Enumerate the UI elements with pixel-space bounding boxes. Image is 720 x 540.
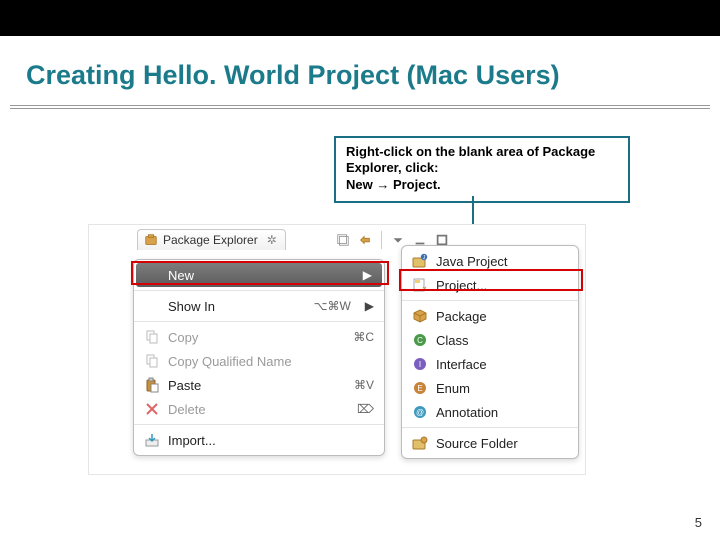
title-area: Creating Hello. World Project (Mac Users… — [0, 36, 720, 99]
package-explorer-icon — [144, 233, 158, 247]
enum-icon: E — [412, 380, 428, 396]
submenu-item-annotation-label: Annotation — [436, 405, 498, 420]
menu-item-import-label: Import... — [168, 433, 374, 448]
submenu-item-interface-label: Interface — [436, 357, 487, 372]
menu-item-paste-label: Paste — [168, 378, 346, 393]
source-folder-icon — [412, 435, 428, 451]
menu-item-copy[interactable]: Copy ⌘C — [134, 325, 384, 349]
toolbar-divider — [381, 231, 382, 249]
menu-separator — [134, 321, 384, 322]
blank-icon — [144, 267, 160, 283]
menu-separator — [402, 427, 578, 428]
submenu-item-source-folder[interactable]: Source Folder — [402, 431, 578, 455]
submenu-chevron-icon: ▶ — [363, 268, 372, 282]
menu-item-show-in-shortcut: ⌥⌘W — [314, 299, 351, 313]
package-explorer-tab-label: Package Explorer — [163, 233, 258, 247]
menu-item-copy-shortcut: ⌘C — [353, 330, 374, 344]
submenu-chevron-icon: ▶ — [365, 299, 374, 313]
callout-line2: Explorer, click: — [346, 160, 618, 176]
submenu-item-package[interactable]: Package — [402, 304, 578, 328]
menu-separator — [134, 290, 384, 291]
submenu-item-project[interactable]: Project... — [402, 273, 578, 297]
submenu-item-java-project[interactable]: J Java Project — [402, 249, 578, 273]
link-editor-icon[interactable] — [357, 232, 373, 248]
package-explorer-tabbar: Package Explorer ✲ — [137, 229, 286, 250]
submenu-item-enum-label: Enum — [436, 381, 470, 396]
package-explorer-tab[interactable]: Package Explorer ✲ — [137, 229, 286, 250]
import-icon — [144, 432, 160, 448]
submenu-item-class-label: Class — [436, 333, 469, 348]
tab-dirty-glyph: ✲ — [267, 233, 277, 247]
submenu-item-package-label: Package — [436, 309, 487, 324]
menu-item-delete-shortcut: ⌦ — [357, 402, 374, 416]
interface-icon: I — [412, 356, 428, 372]
submenu-item-project-label: Project... — [436, 278, 487, 293]
menu-separator — [134, 424, 384, 425]
svg-text:@: @ — [416, 408, 424, 417]
svg-text:E: E — [417, 384, 422, 393]
menu-item-copy-label: Copy — [168, 330, 345, 345]
eclipse-screenshot: Package Explorer ✲ New ▶ Show I — [88, 224, 586, 475]
submenu-item-source-folder-label: Source Folder — [436, 436, 518, 451]
page-title: Creating Hello. World Project (Mac Users… — [26, 60, 720, 91]
svg-text:I: I — [419, 360, 421, 369]
instruction-callout: Right-click on the blank area of Package… — [334, 136, 630, 203]
paste-icon — [144, 377, 160, 393]
page-number: 5 — [695, 515, 702, 530]
menu-item-delete-label: Delete — [168, 402, 349, 417]
project-icon — [412, 277, 428, 293]
menu-separator — [402, 300, 578, 301]
submenu-item-interface[interactable]: I Interface — [402, 352, 578, 376]
blank-icon — [144, 298, 160, 314]
menu-item-delete[interactable]: Delete ⌦ — [134, 397, 384, 421]
menu-item-paste-shortcut: ⌘V — [354, 378, 374, 392]
submenu-item-java-project-label: Java Project — [436, 254, 508, 269]
menu-item-copy-qualified-label: Copy Qualified Name — [168, 354, 374, 369]
class-icon: C — [412, 332, 428, 348]
menu-item-new[interactable]: New ▶ — [136, 263, 382, 287]
context-menu: New ▶ Show In ⌥⌘W ▶ Copy ⌘C Copy Qualifi… — [133, 259, 385, 456]
new-submenu: J Java Project Project... Package C Clas… — [401, 245, 579, 459]
submenu-item-annotation[interactable]: @ Annotation — [402, 400, 578, 424]
submenu-item-enum[interactable]: E Enum — [402, 376, 578, 400]
copy-icon — [144, 329, 160, 345]
menu-item-paste[interactable]: Paste ⌘V — [134, 373, 384, 397]
menu-item-show-in[interactable]: Show In ⌥⌘W ▶ — [134, 294, 384, 318]
callout-line1: Right-click on the blank area of Package — [346, 144, 618, 160]
menu-item-new-label: New — [168, 268, 349, 283]
package-icon — [412, 308, 428, 324]
top-black-bar — [0, 0, 720, 36]
java-project-icon: J — [412, 253, 428, 269]
menu-item-show-in-label: Show In — [168, 299, 306, 314]
copy-qualified-icon — [144, 353, 160, 369]
submenu-item-class[interactable]: C Class — [402, 328, 578, 352]
menu-item-copy-qualified[interactable]: Copy Qualified Name — [134, 349, 384, 373]
delete-icon — [144, 401, 160, 417]
annotation-icon: @ — [412, 404, 428, 420]
svg-text:C: C — [417, 336, 423, 345]
collapse-all-icon[interactable] — [335, 232, 351, 248]
menu-item-import[interactable]: Import... — [134, 428, 384, 452]
callout-line3: New → Project. — [346, 177, 618, 193]
title-underline — [10, 105, 710, 109]
